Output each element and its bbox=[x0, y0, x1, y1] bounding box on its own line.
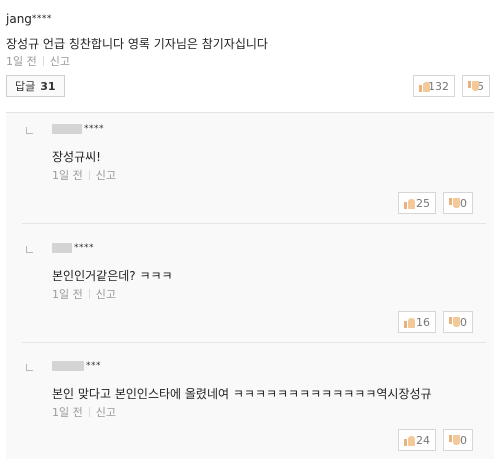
thumbs-down-icon bbox=[468, 80, 479, 92]
meta-divider bbox=[88, 407, 90, 417]
reply-author[interactable]: **** bbox=[52, 243, 94, 253]
dislike-button[interactable]: 0 bbox=[443, 192, 473, 214]
thumbs-up-icon bbox=[404, 435, 415, 446]
report-link[interactable]: 신고 bbox=[50, 53, 70, 69]
reply-list: **** 장성규씨! 1일 전 신고 25 0 **** 본인인거같은데? ㅋㅋ… bbox=[6, 112, 494, 459]
dislike-count: 0 bbox=[460, 433, 467, 447]
like-button[interactable]: 25 bbox=[398, 192, 436, 214]
like-button[interactable]: 24 bbox=[398, 429, 436, 451]
dislike-button[interactable]: 0 bbox=[443, 429, 473, 451]
dislike-button[interactable]: 5 bbox=[462, 75, 490, 97]
reply-author-mask: **** bbox=[84, 124, 104, 134]
dislike-count: 0 bbox=[460, 315, 467, 329]
comment-meta: 1일 전 신고 bbox=[6, 53, 70, 69]
report-link[interactable]: 신고 bbox=[96, 167, 116, 183]
reply-author-mask: *** bbox=[86, 361, 101, 371]
reply-time: 1일 전 bbox=[52, 406, 83, 419]
report-link[interactable]: 신고 bbox=[96, 404, 116, 420]
reply-text: 본인인거같은데? ㅋㅋㅋ bbox=[52, 269, 173, 283]
reply-meta: 1일 전 신고 bbox=[52, 404, 116, 420]
reply-item: *** 본인 맞다고 본인인스타에 올렸네여 ㅋㅋㅋㅋㅋㅋㅋㅋㅋㅋㅋㅋㅋ역시장성… bbox=[6, 350, 494, 458]
reply-indent-icon bbox=[26, 246, 33, 253]
like-count: 16 bbox=[416, 315, 430, 329]
reply-divider bbox=[22, 223, 486, 224]
reply-indent-icon bbox=[26, 127, 33, 134]
meta-divider bbox=[42, 56, 44, 66]
reply-divider bbox=[22, 342, 486, 343]
blurred-author-name bbox=[52, 361, 84, 371]
reply-text: 장성규씨! bbox=[52, 150, 101, 164]
comment-author[interactable]: jang**** bbox=[6, 12, 52, 26]
reply-time: 1일 전 bbox=[52, 169, 83, 182]
meta-divider bbox=[88, 289, 90, 299]
like-count: 24 bbox=[416, 433, 430, 447]
reply-meta: 1일 전 신고 bbox=[52, 167, 116, 183]
reply-item: **** 본인인거같은데? ㅋㅋㅋ 1일 전 신고 16 0 bbox=[6, 232, 494, 343]
dislike-count: 0 bbox=[460, 196, 467, 210]
reply-item: **** 장성규씨! 1일 전 신고 25 0 bbox=[6, 113, 494, 224]
comment-time: 1일 전 bbox=[6, 55, 37, 68]
author-id: jang bbox=[6, 12, 32, 26]
reply-label: 답글 bbox=[15, 80, 36, 93]
reply-text: 본인 맞다고 본인인스타에 올렸네여 ㅋㅋㅋㅋㅋㅋㅋㅋㅋㅋㅋㅋㅋ역시장성규 bbox=[52, 387, 432, 401]
like-button[interactable]: 132 bbox=[413, 75, 455, 97]
thumbs-down-icon bbox=[449, 316, 460, 328]
like-count: 132 bbox=[428, 79, 449, 93]
thumbs-up-icon bbox=[419, 81, 430, 92]
thumbs-up-icon bbox=[404, 198, 415, 209]
thumbs-down-icon bbox=[449, 197, 460, 209]
reply-author-mask: **** bbox=[74, 243, 94, 253]
like-button[interactable]: 16 bbox=[398, 311, 436, 333]
reply-author[interactable]: **** bbox=[52, 124, 104, 134]
reply-toggle-button[interactable]: 답글 31 bbox=[6, 75, 65, 97]
report-link[interactable]: 신고 bbox=[96, 286, 116, 302]
reply-time: 1일 전 bbox=[52, 288, 83, 301]
blurred-author-name bbox=[52, 124, 82, 134]
thumbs-up-icon bbox=[404, 317, 415, 328]
like-count: 25 bbox=[416, 196, 430, 210]
dislike-button[interactable]: 0 bbox=[443, 311, 473, 333]
blurred-author-name bbox=[52, 243, 72, 253]
reply-count: 31 bbox=[40, 79, 56, 93]
thumbs-down-icon bbox=[449, 434, 460, 446]
reply-meta: 1일 전 신고 bbox=[52, 286, 116, 302]
comment-text: 장성규 언급 칭찬합니다 영록 기자님은 참기자십니다 bbox=[6, 37, 268, 51]
comment: jang**** 장성규 언급 칭찬합니다 영록 기자님은 참기자십니다 1일 … bbox=[0, 0, 500, 106]
author-id-mask: **** bbox=[31, 14, 52, 24]
meta-divider bbox=[88, 170, 90, 180]
reply-author[interactable]: *** bbox=[52, 361, 101, 371]
reply-indent-icon bbox=[26, 364, 33, 371]
